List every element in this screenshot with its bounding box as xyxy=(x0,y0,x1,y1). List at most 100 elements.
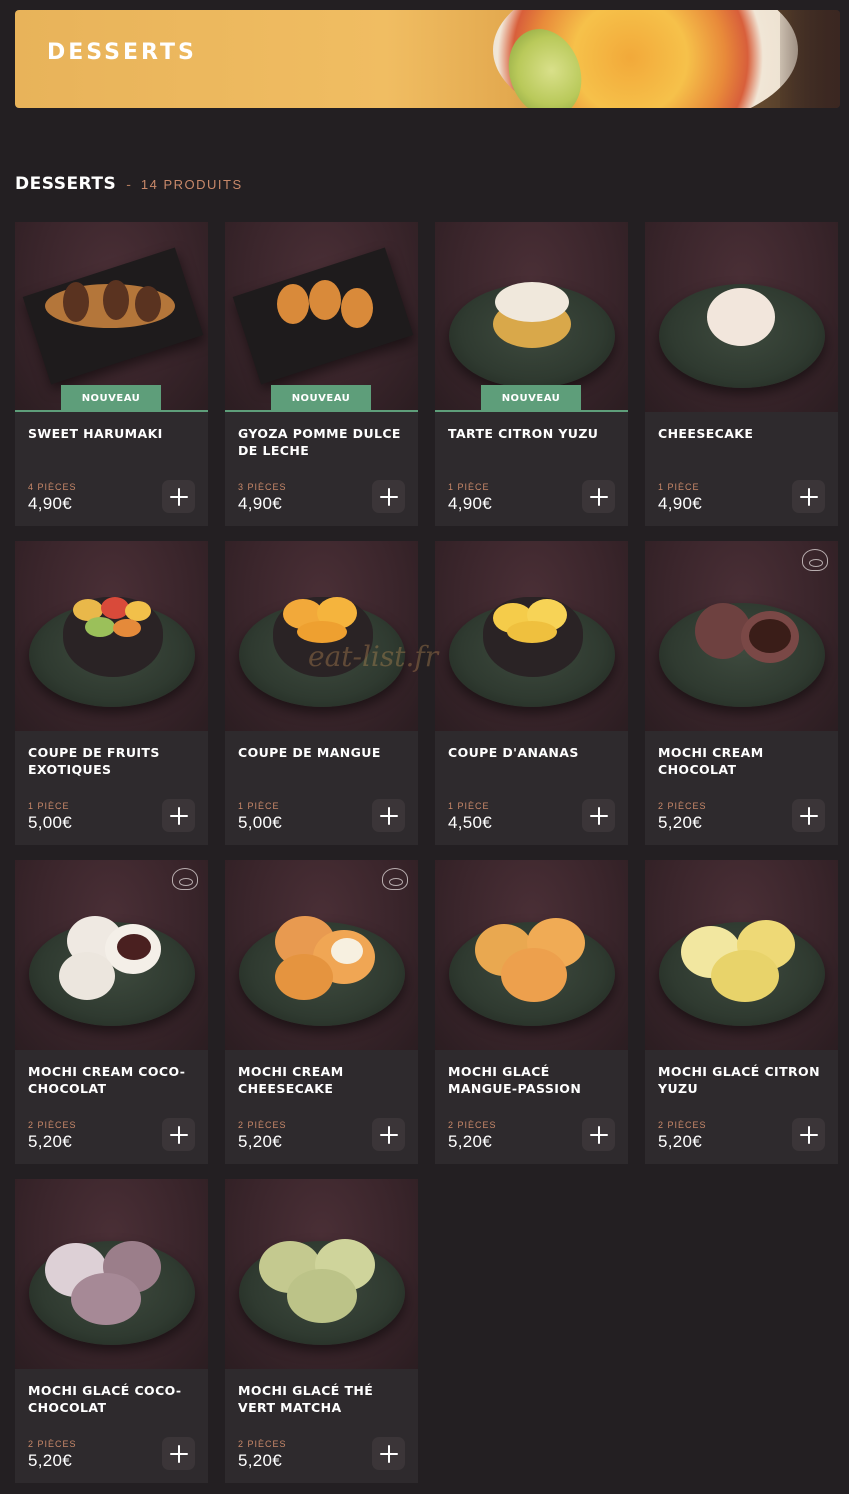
product-image[interactable]: NOUVEAU xyxy=(435,222,628,412)
fait-maison-icon xyxy=(802,549,828,571)
plus-icon xyxy=(589,487,608,506)
product-price: 4,90€ xyxy=(238,494,283,513)
plus-icon xyxy=(379,1125,398,1144)
add-to-cart-button[interactable] xyxy=(162,1118,195,1151)
plus-icon xyxy=(379,806,398,825)
plus-icon xyxy=(169,1125,188,1144)
product-image[interactable] xyxy=(435,541,628,731)
product-card[interactable]: COUPE D'ANANAS 1 PIÈCE 4,50€ xyxy=(435,541,628,845)
product-name[interactable]: TARTE CITRON YUZU xyxy=(448,425,620,442)
product-quantity: 4 PIÈCES xyxy=(28,482,77,492)
product-name[interactable]: MOCHI GLACÉ CITRON YUZU xyxy=(658,1063,830,1097)
product-price: 5,20€ xyxy=(448,1132,493,1151)
add-to-cart-button[interactable] xyxy=(582,1118,615,1151)
food-piece xyxy=(71,1273,141,1325)
add-to-cart-button[interactable] xyxy=(372,1437,405,1470)
product-card[interactable]: MOCHI GLACÉ THÉ VERT MATCHA 2 PIÈCES 5,20€ xyxy=(225,1179,418,1483)
food-piece xyxy=(711,950,779,1002)
product-image[interactable] xyxy=(435,860,628,1050)
add-to-cart-button[interactable] xyxy=(372,799,405,832)
product-image[interactable] xyxy=(645,222,838,412)
product-card[interactable]: NOUVEAU GYOZA POMME DULCE DE LECHE 3 PIÈCE… xyxy=(225,222,418,526)
product-name[interactable]: COUPE DE MANGUE xyxy=(238,744,410,761)
product-image[interactable] xyxy=(15,860,208,1050)
product-card[interactable]: NOUVEAU TARTE CITRON YUZU 1 PIÈCE 4,90€ xyxy=(435,222,628,526)
product-quantity: 2 PIÈCES xyxy=(238,1120,287,1130)
food-piece xyxy=(501,948,567,1002)
product-quantity: 2 PIÈCES xyxy=(28,1439,77,1449)
product-card[interactable]: COUPE DE MANGUE 1 PIÈCE 5,00€ xyxy=(225,541,418,845)
add-to-cart-button[interactable] xyxy=(162,480,195,513)
product-image[interactable] xyxy=(15,541,208,731)
product-quantity: 1 PIÈCE xyxy=(238,801,280,811)
add-to-cart-button[interactable] xyxy=(372,480,405,513)
product-name[interactable]: GYOZA POMME DULCE DE LECHE xyxy=(238,425,410,459)
product-card[interactable]: MOCHI GLACÉ MANGUE-PASSION 2 PIÈCES 5,20€ xyxy=(435,860,628,1164)
food-piece xyxy=(277,284,309,324)
food-piece xyxy=(707,288,775,346)
new-badge: NOUVEAU xyxy=(271,385,371,412)
food-piece xyxy=(59,952,115,1000)
product-quantity: 1 PIÈCE xyxy=(448,482,490,492)
add-to-cart-button[interactable] xyxy=(162,1437,195,1470)
plus-icon xyxy=(169,806,188,825)
product-card[interactable]: CHEESECAKE 1 PIÈCE 4,90€ xyxy=(645,222,838,526)
product-price: 4,50€ xyxy=(448,813,493,832)
product-quantity: 2 PIÈCES xyxy=(28,1120,77,1130)
add-to-cart-button[interactable] xyxy=(792,1118,825,1151)
product-card[interactable]: MOCHI CREAM COCO-CHOCOLAT 2 PIÈCES 5,20€ xyxy=(15,860,208,1164)
banner-shadow xyxy=(780,10,840,108)
product-image[interactable] xyxy=(645,860,838,1050)
product-name[interactable]: MOCHI GLACÉ MANGUE-PASSION xyxy=(448,1063,620,1097)
product-card[interactable]: MOCHI CREAM CHOCOLAT 2 PIÈCES 5,20€ xyxy=(645,541,838,845)
product-name[interactable]: MOCHI GLACÉ THÉ VERT MATCHA xyxy=(238,1382,410,1416)
add-to-cart-button[interactable] xyxy=(582,799,615,832)
food-piece xyxy=(495,282,569,322)
product-name[interactable]: CHEESECAKE xyxy=(658,425,830,442)
product-name[interactable]: MOCHI GLACÉ COCO-CHOCOLAT xyxy=(28,1382,200,1416)
product-image[interactable]: NOUVEAU xyxy=(15,222,208,412)
product-image[interactable]: NOUVEAU xyxy=(225,222,418,412)
food-piece xyxy=(331,938,363,964)
add-to-cart-button[interactable] xyxy=(792,799,825,832)
product-name[interactable]: MOCHI CREAM CHOCOLAT xyxy=(658,744,830,778)
watermark: eat-list.fr xyxy=(308,640,439,673)
section-title: DESSERTS xyxy=(15,174,117,194)
section-header: DESSERTS - 14 PRODUITS xyxy=(15,174,243,194)
add-to-cart-button[interactable] xyxy=(582,480,615,513)
plus-icon xyxy=(589,1125,608,1144)
product-price: 5,20€ xyxy=(28,1132,73,1151)
add-to-cart-button[interactable] xyxy=(792,480,825,513)
add-to-cart-button[interactable] xyxy=(162,799,195,832)
plus-icon xyxy=(799,487,818,506)
new-badge: NOUVEAU xyxy=(61,385,161,412)
product-card[interactable]: MOCHI GLACÉ CITRON YUZU 2 PIÈCES 5,20€ xyxy=(645,860,838,1164)
add-to-cart-button[interactable] xyxy=(372,1118,405,1151)
product-name[interactable]: MOCHI CREAM COCO-CHOCOLAT xyxy=(28,1063,200,1097)
food-piece xyxy=(341,288,373,328)
product-image[interactable] xyxy=(225,541,418,731)
food-piece xyxy=(117,934,151,960)
product-card[interactable]: MOCHI GLACÉ COCO-CHOCOLAT 2 PIÈCES 5,20€ xyxy=(15,1179,208,1483)
product-price: 5,20€ xyxy=(658,1132,703,1151)
product-image[interactable] xyxy=(15,1179,208,1369)
plus-icon xyxy=(169,487,188,506)
food-piece xyxy=(507,621,557,643)
product-card[interactable]: NOUVEAU SWEET HARUMAKI 4 PIÈCES 4,90€ xyxy=(15,222,208,526)
product-name[interactable]: COUPE D'ANANAS xyxy=(448,744,620,761)
product-name[interactable]: MOCHI CREAM CHEESECAKE xyxy=(238,1063,410,1097)
product-image[interactable] xyxy=(645,541,838,731)
product-card[interactable]: MOCHI CREAM CHEESECAKE 2 PIÈCES 5,20€ xyxy=(225,860,418,1164)
product-name[interactable]: SWEET HARUMAKI xyxy=(28,425,200,442)
product-image[interactable] xyxy=(225,1179,418,1369)
product-name[interactable]: COUPE DE FRUITS EXOTIQUES xyxy=(28,744,200,778)
product-price: 5,20€ xyxy=(238,1451,283,1470)
plus-icon xyxy=(799,1125,818,1144)
product-quantity: 2 PIÈCES xyxy=(448,1120,497,1130)
product-card[interactable]: COUPE DE FRUITS EXOTIQUES 1 PIÈCE 5,00€ xyxy=(15,541,208,845)
fait-maison-icon xyxy=(382,868,408,890)
food-piece xyxy=(287,1269,357,1323)
product-quantity: 1 PIÈCE xyxy=(28,801,70,811)
product-price: 4,90€ xyxy=(448,494,493,513)
product-image[interactable] xyxy=(225,860,418,1050)
